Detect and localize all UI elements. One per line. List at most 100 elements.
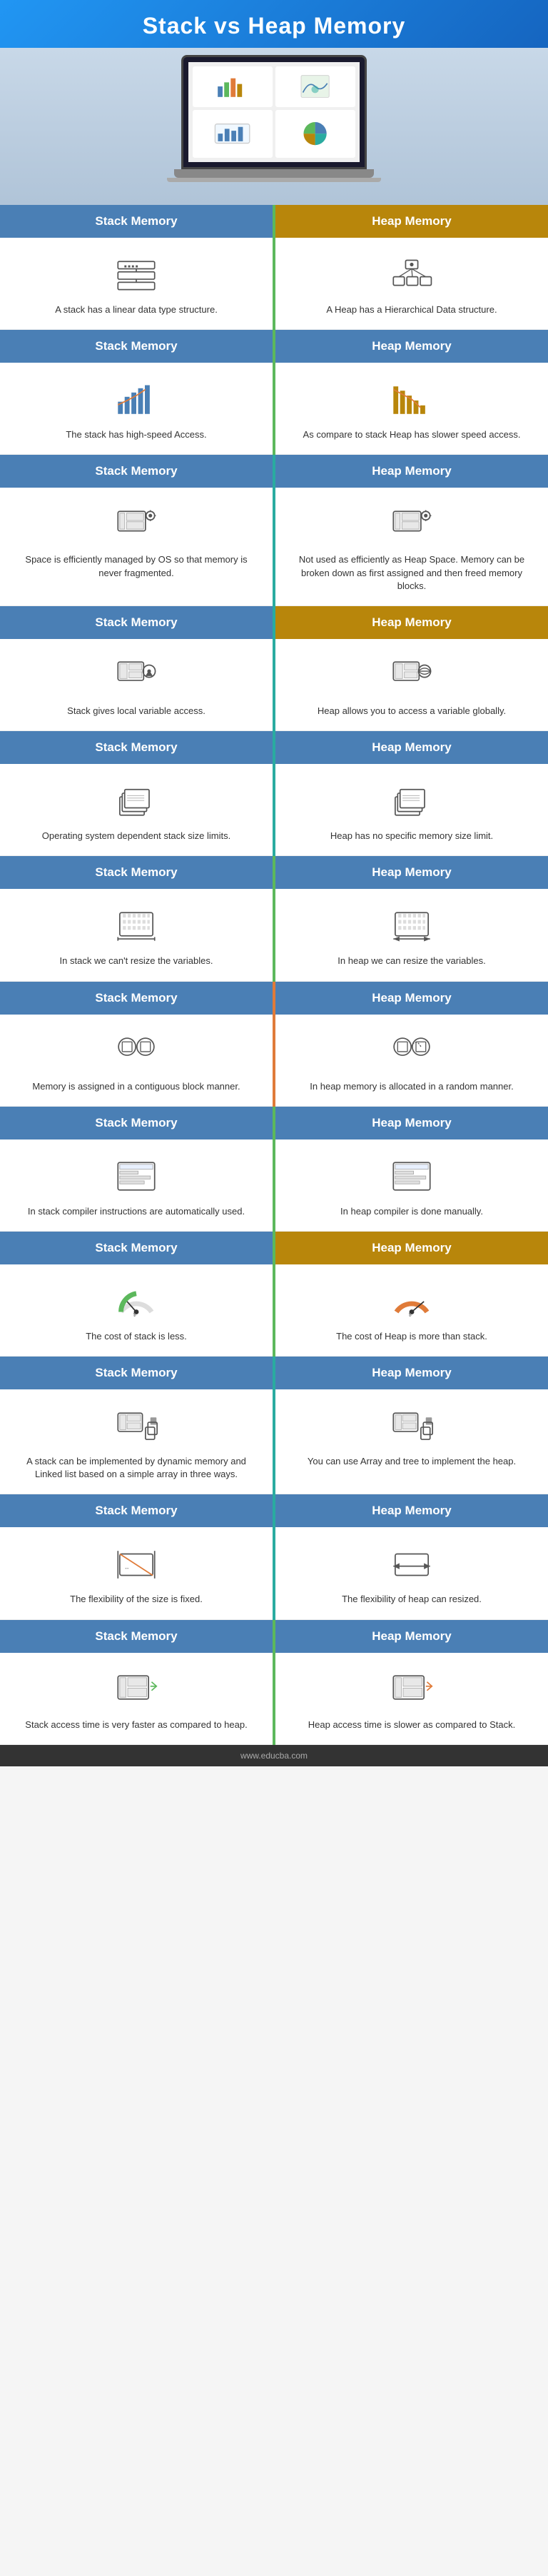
heap-text-10: The flexibility of heap can resized. [342,1593,482,1606]
stack-content-6: Memory is assigned in a contiguous block… [0,1015,273,1107]
page-header: Stack vs Heap Memory [0,0,548,48]
content-row-8: $ The cost of stack is less. $ The cost … [0,1264,548,1357]
laptop-screen [181,55,367,169]
section-header-7: Stack MemoryHeap Memory [0,1107,548,1139]
stack-header-7: Stack Memory [0,1107,273,1139]
heap-icon-1 [387,378,437,421]
stack-text-9: A stack can be implemented by dynamic me… [14,1455,258,1481]
stack-text-11: Stack access time is very faster as comp… [25,1719,247,1731]
stack-header-1: Stack Memory [0,330,273,363]
stack-text-0: A stack has a linear data type structure… [55,303,218,316]
heap-text-4: Heap has no specific memory size limit. [330,830,493,842]
stack-icon-7 [111,1155,161,1198]
svg-text:↔: ↔ [124,1564,130,1571]
heap-content-2: Not used as efficiently as Heap Space. M… [275,488,548,606]
content-row-2: Space is efficiently managed by OS so th… [0,488,548,606]
section-header-8: Stack MemoryHeap Memory [0,1232,548,1264]
stack-icon-2 [111,503,161,546]
heap-content-11: Heap access time is slower as compared t… [275,1653,548,1745]
content-row-11: Stack access time is very faster as comp… [0,1653,548,1745]
stack-content-1: The stack has high-speed Access. [0,363,273,455]
screen-pie-icon [291,119,339,148]
stack-text-6: Memory is assigned in a contiguous block… [32,1080,240,1093]
stack-header-0: Stack Memory [0,205,273,238]
content-row-6: Memory is assigned in a contiguous block… [0,1015,548,1107]
stack-header-3: Stack Memory [0,606,273,639]
heap-header-8: Heap Memory [275,1232,548,1264]
content-row-10: ↔ The flexibility of the size is fixed. … [0,1527,548,1619]
stack-text-2: Space is efficiently managed by OS so th… [14,553,258,579]
stack-icon-8: $ [111,1280,161,1323]
heap-content-8: $ The cost of Heap is more than stack. [275,1264,548,1357]
screen-chart-icon [208,74,256,99]
heap-header-6: Heap Memory [275,982,548,1015]
stack-content-5: In stack we can't resize the variables. [0,889,273,981]
heap-content-4: Heap has no specific memory size limit. [275,764,548,856]
heap-icon-8: $ [387,1280,437,1323]
section-header-10: Stack MemoryHeap Memory [0,1494,548,1527]
stack-content-10: ↔ The flexibility of the size is fixed. [0,1527,273,1619]
heap-content-1: As compare to stack Heap has slower spee… [275,363,548,455]
screen-panel-2 [275,66,355,107]
stack-text-3: Stack gives local variable access. [67,705,206,718]
stack-content-0: ■ ■ ■ ■ A stack has a linear data type s… [0,238,273,330]
heap-icon-9 [387,1405,437,1448]
stack-text-7: In stack compiler instructions are autom… [28,1205,245,1218]
stack-content-4: Operating system dependent stack size li… [0,764,273,856]
heap-text-8: The cost of Heap is more than stack. [336,1330,487,1343]
content-row-7: In stack compiler instructions are autom… [0,1139,548,1232]
stack-icon-1 [111,378,161,421]
page-title: Stack vs Heap Memory [7,13,541,39]
stack-text-1: The stack has high-speed Access. [66,428,206,441]
stack-content-9: A stack can be implemented by dynamic me… [0,1389,273,1494]
laptop-stand [167,178,381,182]
screen-map-icon [291,74,339,99]
content-row-3: Stack gives local variable access. Heap … [0,639,548,731]
heap-header-1: Heap Memory [275,330,548,363]
heap-icon-6 [387,1030,437,1073]
content-row-1: The stack has high-speed Access. As comp… [0,363,548,455]
content-row-4: Operating system dependent stack size li… [0,764,548,856]
laptop-base [174,169,374,178]
heap-text-1: As compare to stack Heap has slower spee… [303,428,521,441]
stack-icon-11 [111,1669,161,1711]
heap-icon-2 [387,503,437,546]
heap-header-10: Heap Memory [275,1494,548,1527]
heap-icon-7 [387,1155,437,1198]
svg-text:■ ■ ■ ■: ■ ■ ■ ■ [124,264,138,268]
stack-content-3: Stack gives local variable access. [0,639,273,731]
footer-text: www.educba.com [240,1751,308,1761]
heap-header-5: Heap Memory [275,856,548,889]
stack-icon-0: ■ ■ ■ ■ [111,253,161,296]
section-header-1: Stack MemoryHeap Memory [0,330,548,363]
section-header-5: Stack MemoryHeap Memory [0,856,548,889]
stack-content-7: In stack compiler instructions are autom… [0,1139,273,1232]
content-row-5: In stack we can't resize the variables. … [0,889,548,981]
heap-icon-4 [387,780,437,822]
heap-content-7: In heap compiler is done manually. [275,1139,548,1232]
heap-content-0: A Heap has a Hierarchical Data structure… [275,238,548,330]
heap-header-3: Heap Memory [275,606,548,639]
heap-header-9: Heap Memory [275,1357,548,1389]
hero-image [0,48,548,205]
heap-text-7: In heap compiler is done manually. [340,1205,483,1218]
stack-icon-5 [111,905,161,947]
stack-header-6: Stack Memory [0,982,273,1015]
stack-icon-10: ↔ [111,1543,161,1586]
svg-text:$: $ [409,1313,412,1318]
stack-icon-3 [111,655,161,698]
stack-text-5: In stack we can't resize the variables. [60,955,213,967]
stack-header-8: Stack Memory [0,1232,273,1264]
laptop-illustration [153,55,395,198]
heap-content-10: The flexibility of heap can resized. [275,1527,548,1619]
stack-icon-9 [111,1405,161,1448]
screen-bar-icon [208,119,256,148]
stack-text-4: Operating system dependent stack size li… [42,830,230,842]
stack-header-9: Stack Memory [0,1357,273,1389]
screen-panel-3 [193,110,273,158]
content-row-9: A stack can be implemented by dynamic me… [0,1389,548,1494]
heap-header-0: Heap Memory [275,205,548,238]
stack-text-10: The flexibility of the size is fixed. [70,1593,203,1606]
stack-icon-4 [111,780,161,822]
section-header-6: Stack MemoryHeap Memory [0,982,548,1015]
